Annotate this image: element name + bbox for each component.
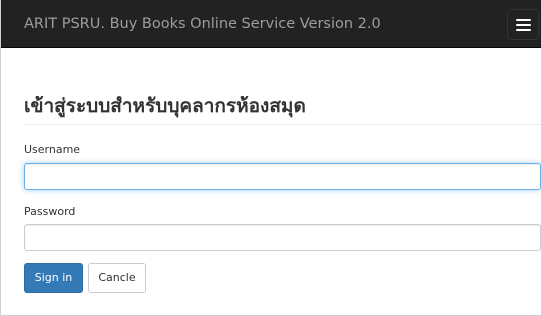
username-label: Username bbox=[24, 143, 81, 156]
hamburger-bar-top bbox=[516, 19, 531, 21]
hamburger-bar-middle bbox=[516, 24, 531, 26]
page-title: เข้าสู่ระบบสำหรับบุคลากรห้องสมุด bbox=[24, 95, 306, 117]
navbar-toggle-button[interactable] bbox=[507, 9, 539, 40]
header-divider bbox=[24, 124, 541, 125]
navbar-brand[interactable]: ARIT PSRU. Buy Books Online Service Vers… bbox=[24, 15, 381, 33]
password-label: Password bbox=[24, 205, 76, 218]
password-input[interactable] bbox=[24, 224, 541, 251]
sign-in-button[interactable]: Sign in bbox=[24, 263, 83, 293]
top-navbar: ARIT PSRU. Buy Books Online Service Vers… bbox=[1, 0, 541, 48]
app-window: ARIT PSRU. Buy Books Online Service Vers… bbox=[0, 0, 541, 316]
hamburger-bar-bottom bbox=[516, 29, 531, 31]
username-input[interactable] bbox=[24, 163, 541, 190]
cancel-button[interactable]: Cancle bbox=[88, 263, 146, 293]
